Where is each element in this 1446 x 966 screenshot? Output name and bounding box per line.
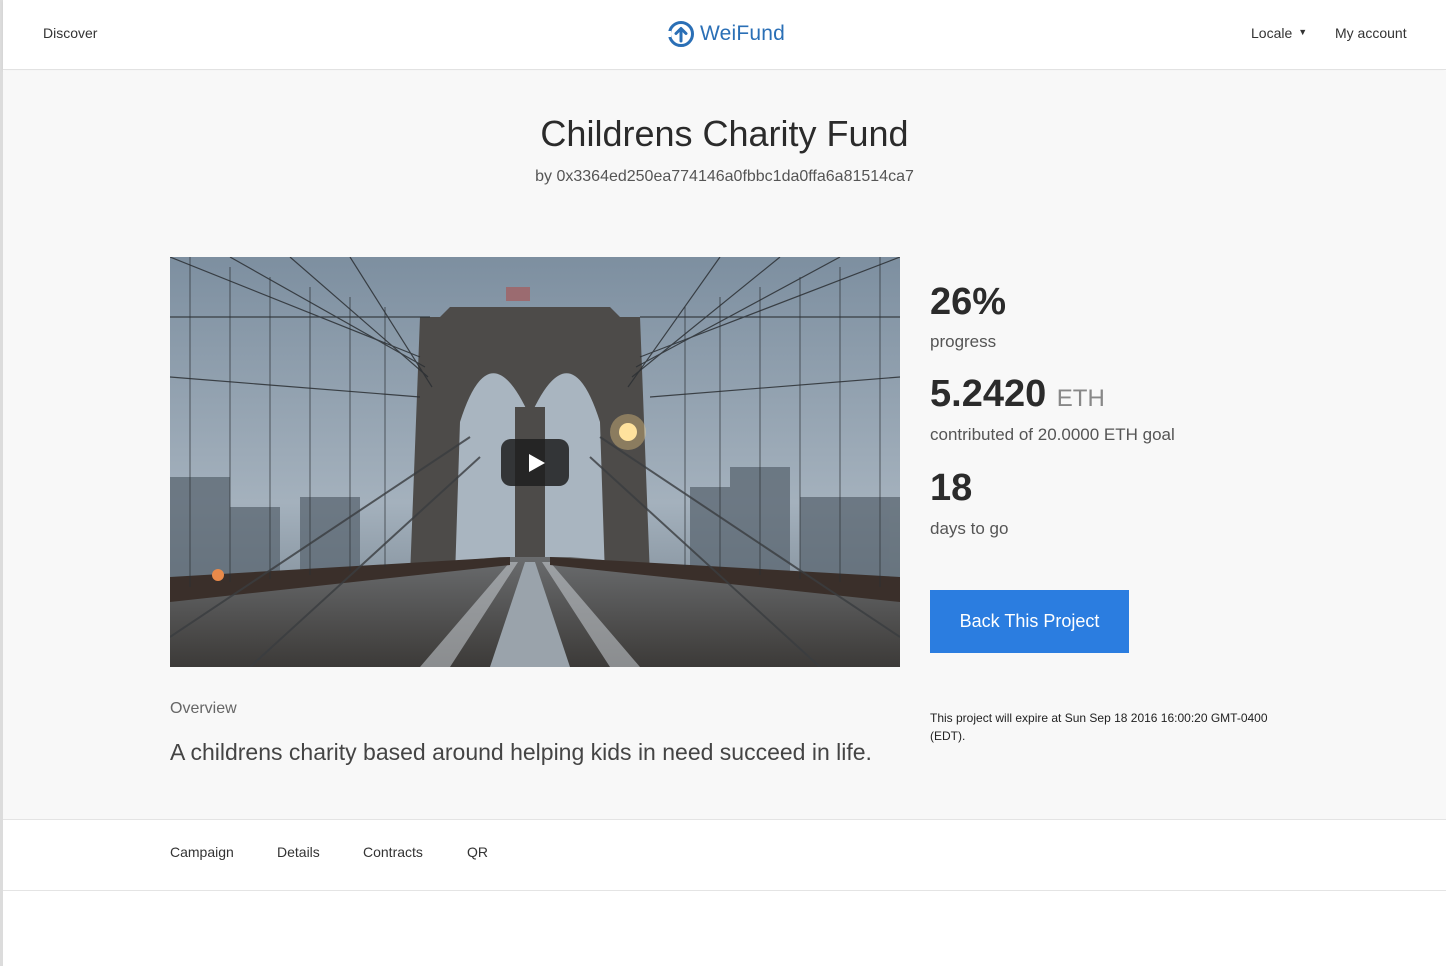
tab-contracts[interactable]: Contracts [363,844,423,860]
contributed-unit: ETH [1056,385,1105,412]
weifund-logo[interactable]: WeiFund [667,18,785,50]
project-owner: by 0x3364ed250ea774146a0fbbc1da0ffa6a815… [535,168,914,185]
contributed-amount: 5.2420 ETH [930,375,1105,413]
locale-dropdown[interactable]: Locale ▼ [1251,25,1307,41]
days-label: days to go [930,519,1009,538]
top-navbar: Discover WeiFund Locale ▼ My account [3,0,1446,70]
overview-description: A childrens charity based around helping… [170,739,872,765]
project-title: Childrens Charity Fund [540,113,909,154]
overview-heading: Overview [170,700,237,717]
my-account-link[interactable]: My account [1335,25,1407,41]
progress-label: progress [930,332,997,351]
upload-arrow-circle-icon [667,21,694,47]
days-remaining: 18 [930,467,973,509]
contributed-value: 5.2420 [930,373,1047,415]
project-video[interactable] [170,257,900,667]
progress-percent: 26% [930,281,1007,323]
project-main: Childrens Charity Fund by 0x3364ed250ea7… [3,71,1446,819]
back-project-button[interactable]: Back This Project [930,590,1129,653]
logo-text: WeiFund [700,22,786,45]
tab-qr[interactable]: QR [467,844,488,860]
expiry-notice: This project will expire at Sun Sep 18 2… [930,711,1268,743]
tab-details[interactable]: Details [277,844,320,860]
contributed-label: contributed of 20.0000 ETH goal [930,425,1175,444]
tab-campaign[interactable]: Campaign [170,844,234,860]
nav-discover-link[interactable]: Discover [43,25,97,41]
caret-down-icon: ▼ [1298,27,1308,37]
locale-label: Locale [1251,25,1293,41]
play-icon [529,453,545,472]
video-play-button[interactable] [501,439,569,486]
project-tabs: Campaign Details Contracts QR [3,819,1446,891]
